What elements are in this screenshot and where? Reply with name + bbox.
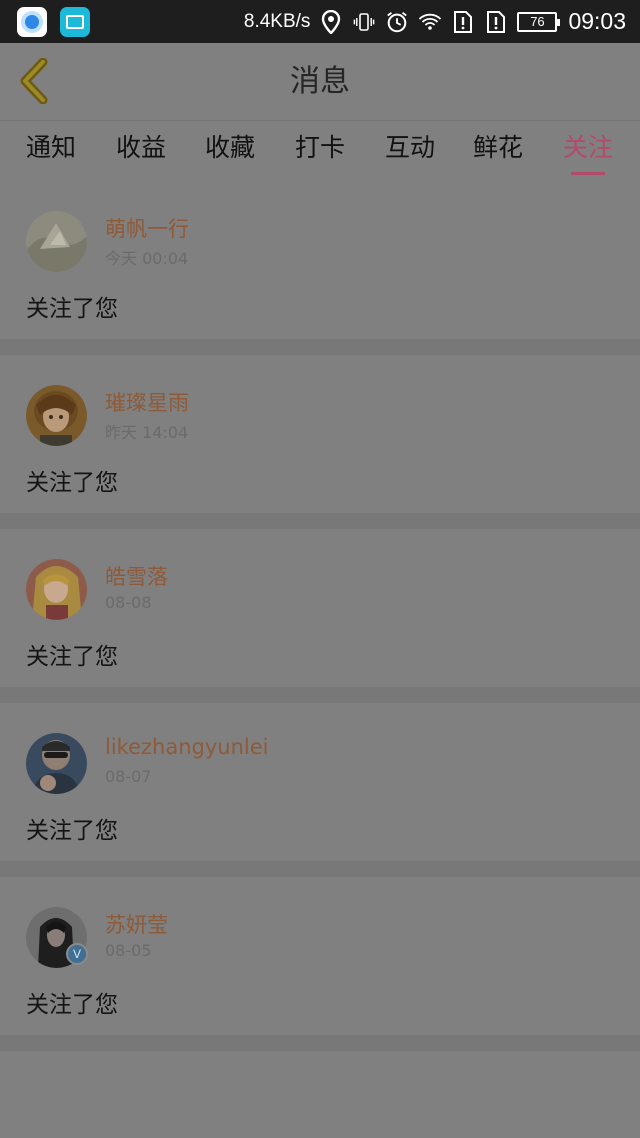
message-text: 关注了您 [26, 992, 118, 1018]
message-text: 关注了您 [26, 644, 118, 670]
location-icon [319, 9, 343, 34]
username[interactable]: 璀璨星雨 [105, 387, 189, 417]
username[interactable]: 皓雪落 [105, 561, 168, 591]
back-button[interactable] [14, 57, 54, 105]
tab-favorites[interactable]: 收藏 [195, 121, 265, 181]
vibrate-icon [352, 10, 376, 34]
tab-flowers[interactable]: 鲜花 [463, 121, 533, 181]
wifi-icon [418, 10, 442, 34]
alarm-icon [385, 10, 409, 34]
timestamp: 08-07 [105, 767, 152, 786]
divider [0, 513, 640, 529]
divider [0, 861, 640, 877]
sim-alert-icon [484, 10, 508, 34]
timestamp: 今天 00:04 [105, 249, 189, 268]
message-text: 关注了您 [26, 296, 118, 322]
message-text: 关注了您 [26, 818, 118, 844]
username[interactable]: 萌帆一行 [105, 213, 189, 243]
list-item[interactable]: 皓雪落 08-08 关注了您 [0, 529, 640, 687]
chevron-left-icon [20, 58, 48, 104]
avatar[interactable] [26, 733, 87, 794]
list-item[interactable]: likezhangyunlei 08-07 关注了您 [0, 703, 640, 861]
list-item[interactable]: 萌帆一行 今天 00:04 关注了您 [0, 181, 640, 339]
tab-notifications[interactable]: 通知 [16, 121, 86, 181]
username[interactable]: likezhangyunlei [105, 735, 268, 759]
avatar[interactable] [26, 385, 87, 446]
status-bar: 8.4KB/s 76 09:03 [0, 0, 640, 43]
avatar[interactable] [26, 559, 87, 620]
tab-bar: 通知 收益 收藏 打卡 互动 鲜花 关注 [0, 121, 640, 181]
net-speed: 8.4KB/s [243, 10, 311, 32]
sim-alert-icon [451, 10, 475, 34]
list-item[interactable]: 璀璨星雨 昨天 14:04 关注了您 [0, 355, 640, 513]
clock: 09:03 [568, 8, 626, 34]
active-tab-indicator [571, 172, 605, 175]
message-text: 关注了您 [26, 470, 118, 496]
battery-icon: 76 [517, 11, 561, 32]
divider [0, 687, 640, 703]
app-browser-icon [17, 6, 47, 37]
tab-interaction[interactable]: 互动 [375, 121, 445, 181]
avatar[interactable] [26, 211, 87, 272]
timestamp: 08-05 [105, 941, 152, 960]
header: 消息 [0, 43, 640, 121]
battery-level: 76 [530, 14, 545, 29]
timestamp: 昨天 14:04 [105, 423, 189, 442]
verified-badge: V [66, 943, 88, 965]
divider [0, 1035, 640, 1051]
list-item[interactable]: V 苏妍莹 08-05 关注了您 [0, 877, 640, 1035]
page-title: 消息 [290, 64, 350, 99]
divider [0, 339, 640, 355]
username[interactable]: 苏妍莹 [105, 909, 168, 939]
tab-checkin[interactable]: 打卡 [285, 121, 355, 181]
timestamp: 08-08 [105, 593, 152, 612]
tab-earnings[interactable]: 收益 [106, 121, 176, 181]
gallery-icon [60, 6, 90, 37]
